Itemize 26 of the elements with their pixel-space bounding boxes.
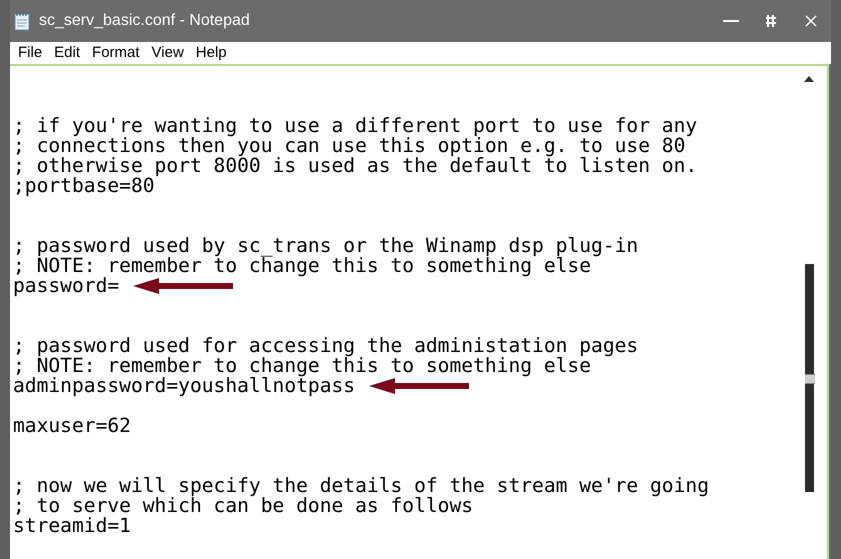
menu-item[interactable]: Edit (48, 42, 86, 64)
code-line: maxuser=62 (13, 416, 131, 436)
code-line: ; NOTE: remember to change this to something else (13, 356, 592, 376)
menu-item[interactable]: Format (86, 42, 146, 64)
scrollbar-thumb[interactable] (805, 374, 815, 384)
code-line: ; password used for accessing the administation pages (13, 336, 638, 356)
menu-item[interactable]: File (12, 42, 48, 64)
notepad-icon (12, 11, 32, 31)
code-line: ; to serve which can be done as follows (13, 496, 474, 516)
window-title: sc_serv_basic.conf - Notepad (39, 11, 250, 31)
code-line: adminpassword=youshallnotpass (13, 376, 356, 396)
minimize-icon (723, 20, 739, 22)
code-line: ; now we will specify the details of the stream we're going (13, 476, 709, 496)
maximize-icon (764, 14, 778, 28)
menu-item[interactable]: View (146, 42, 190, 64)
code-line: ; otherwise port 8000 is used as the default to listen on. (13, 156, 698, 176)
code-line: ;portbase=80 (13, 176, 155, 196)
code-line: password= (13, 276, 120, 296)
code-line: streamid=1 (13, 516, 131, 536)
close-icon (805, 15, 817, 27)
scroll-up-icon[interactable] (804, 76, 814, 82)
code-line: ; password used by sc_trans or the Winamp dsp plug-in (13, 236, 638, 256)
code-line: ; if you're wanting to use a different port to use for any (13, 116, 698, 136)
code-line: ; NOTE: remember to change this to something else (13, 256, 592, 276)
code-line: ; connections then you can use this option e.g. to use 80 (13, 136, 686, 156)
menu-item[interactable]: Help (190, 42, 233, 64)
